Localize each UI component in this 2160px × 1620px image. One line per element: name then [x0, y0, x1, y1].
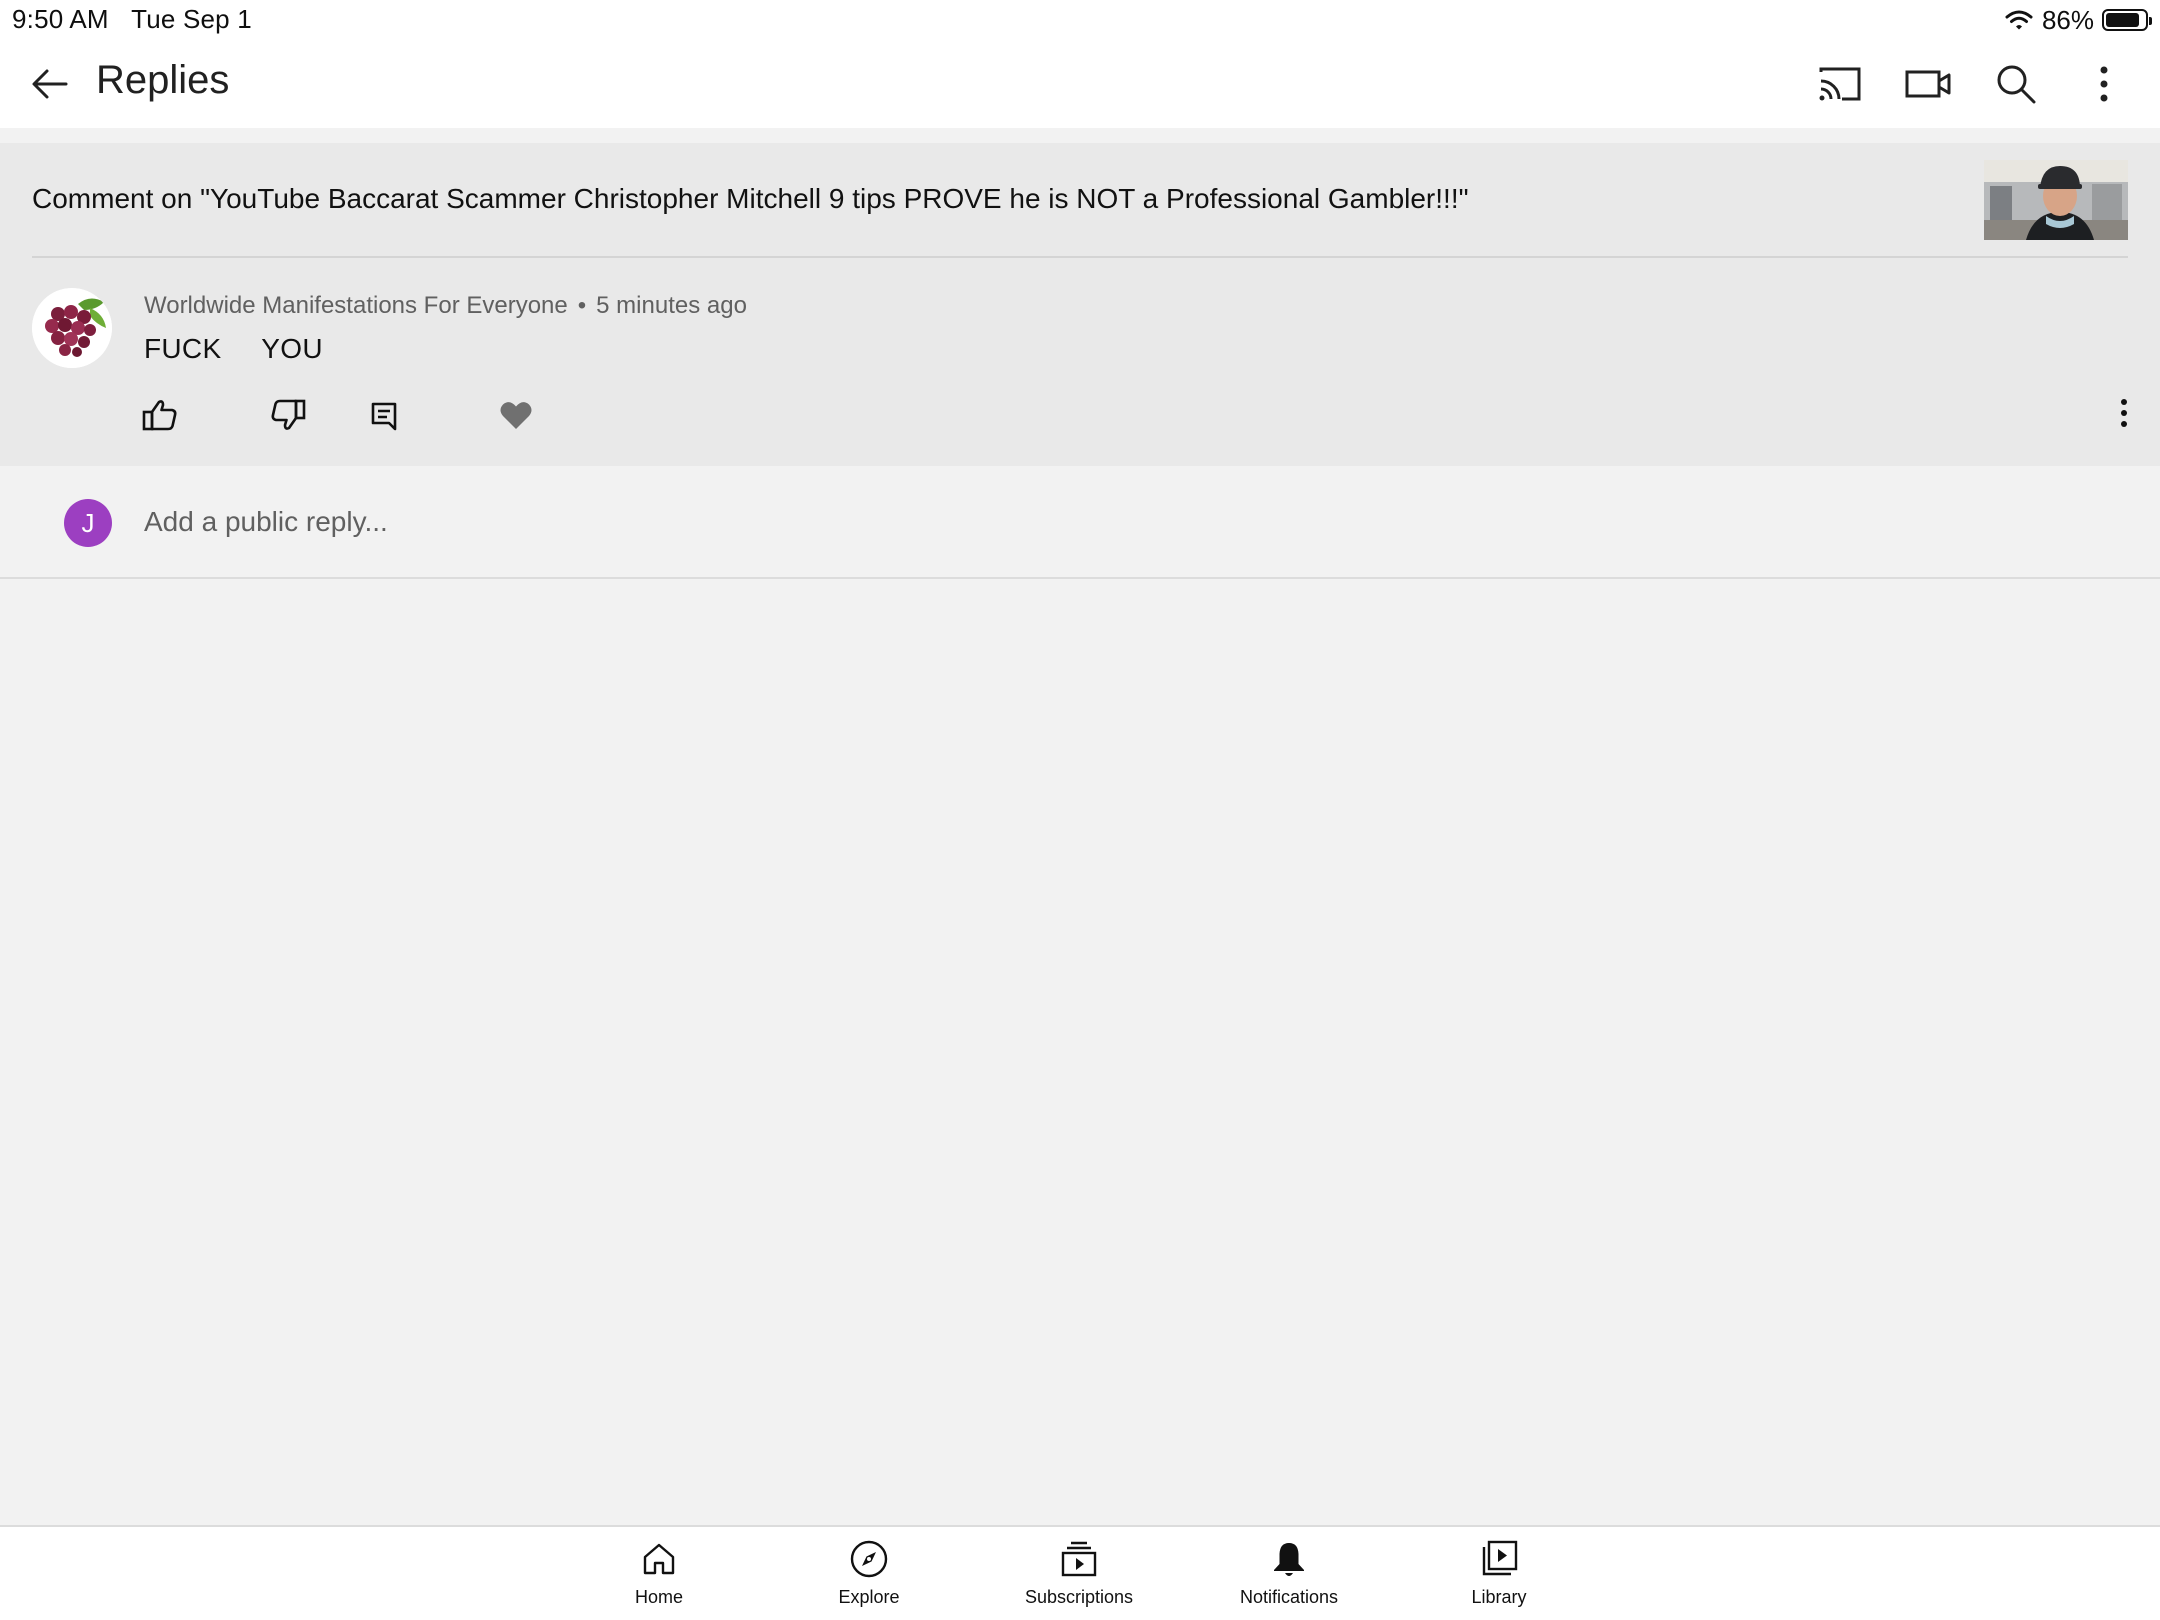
comment-text: FUCK YOU [144, 333, 323, 364]
comment-context-title[interactable]: Comment on "YouTube Baccarat Scammer Chr… [32, 183, 1469, 215]
battery-tip [2149, 17, 2152, 25]
status-date: Tue Sep 1 [131, 4, 252, 34]
home-icon [643, 1543, 675, 1575]
divider [32, 256, 2128, 258]
nav-notifications-label: Notifications [1239, 1587, 1339, 1607]
search-icon[interactable] [1992, 60, 2040, 108]
comment-timestamp: 5 minutes ago [596, 292, 747, 319]
reply-row: J [0, 466, 2160, 579]
video-thumbnail[interactable] [1984, 160, 2128, 240]
nav-subscriptions[interactable]: Subscriptions [989, 1539, 1169, 1615]
user-avatar[interactable]: J [64, 499, 112, 547]
library-icon [1482, 1540, 1518, 1576]
cast-icon[interactable] [1816, 60, 1864, 108]
heart-icon[interactable] [496, 395, 536, 435]
battery-percent: 86% [2041, 4, 2094, 35]
page-title: Replies [96, 58, 230, 102]
bell-icon [1274, 1543, 1304, 1576]
comment-block: Comment on "YouTube Baccarat Scammer Chr… [0, 143, 2160, 466]
reply-input[interactable] [144, 496, 1944, 548]
more-vert-icon[interactable] [2080, 60, 2128, 108]
thumb-up-icon[interactable] [140, 395, 180, 435]
explore-icon [850, 1540, 888, 1578]
battery-fill [2106, 13, 2139, 27]
nav-explore[interactable]: Explore [779, 1539, 959, 1615]
video-camera-icon[interactable] [1904, 60, 1952, 108]
wifi-icon [2004, 8, 2034, 32]
nav-notifications[interactable]: Notifications [1199, 1539, 1379, 1615]
status-bar: 9:50 AM Tue Sep 1 86% [0, 0, 2160, 40]
status-right: 86% [2004, 4, 2152, 36]
subscriptions-icon [1061, 1541, 1097, 1577]
back-arrow-icon[interactable] [26, 60, 74, 108]
nav-library[interactable]: Library [1409, 1539, 1589, 1615]
nav-home[interactable]: Home [569, 1539, 749, 1615]
nav-library-label: Library [1471, 1587, 1527, 1607]
meta-separator: • [577, 292, 587, 319]
nav-subscriptions-label: Subscriptions [1024, 1587, 1134, 1607]
status-clock: 9:50 AM [12, 4, 109, 34]
app-bar: Replies [0, 40, 2160, 128]
comment-meta: Worldwide Manifestations For Everyone • 5 … [144, 292, 747, 320]
author-name[interactable]: Worldwide Manifestations For Everyone [144, 292, 568, 319]
comment-more-icon[interactable] [2106, 393, 2142, 433]
thumb-down-icon[interactable] [268, 395, 308, 435]
reply-icon[interactable] [364, 395, 404, 435]
nav-home-label: Home [634, 1587, 683, 1607]
battery-icon [2102, 9, 2152, 31]
status-time: 9:50 AM Tue Sep 1 [12, 4, 252, 35]
nav-explore-label: Explore [838, 1587, 900, 1607]
author-avatar[interactable] [32, 288, 112, 368]
bottom-nav: Home Explore Subscriptions Notifications… [0, 1525, 2160, 1620]
